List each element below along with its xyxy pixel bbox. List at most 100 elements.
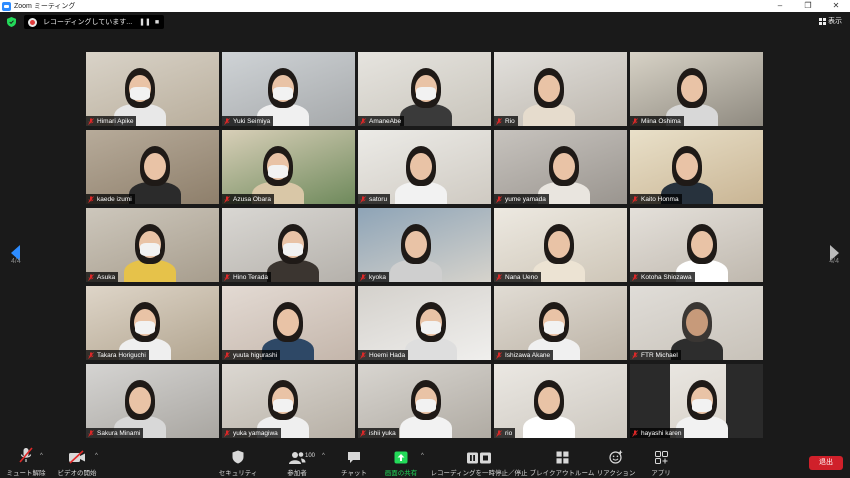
participant-video-tile[interactable]: Miina Oshima <box>630 52 763 126</box>
pause-stop-icon <box>467 452 491 464</box>
participant-name: kaede izumi <box>97 195 132 203</box>
microphone-muted-icon <box>224 195 230 203</box>
participant-name-tag: AmaneAbe <box>358 116 405 126</box>
reactions-label: リアクション <box>596 470 636 477</box>
security-button[interactable]: セキュリティ <box>219 445 257 478</box>
apps-button[interactable]: アプリ <box>648 445 674 478</box>
participant-video-tile[interactable]: AmaneAbe <box>358 52 491 126</box>
window-controls: – ❐ ✕ <box>766 0 850 12</box>
start-video-button[interactable]: ビデオの開始 <box>56 445 98 478</box>
participant-name-tag: hayashi karen <box>630 428 685 438</box>
page-indicator-left: 4/4 <box>11 258 21 265</box>
microphone-muted-icon <box>360 351 366 359</box>
participant-face <box>277 309 299 336</box>
shield-icon[interactable] <box>7 17 16 27</box>
microphone-muted-icon <box>632 195 638 203</box>
participant-video-tile[interactable]: Azusa Obara <box>222 130 355 204</box>
view-button[interactable]: 表示 <box>819 16 842 26</box>
unmute-label: ミュート解除 <box>6 470 46 477</box>
participant-video-tile[interactable]: yuka yamagiwa <box>222 364 355 438</box>
breakout-rooms-icon <box>556 451 568 464</box>
microphone-muted-icon <box>88 351 94 359</box>
participant-video-tile[interactable]: Yuki Seimiya <box>222 52 355 126</box>
leave-meeting-button[interactable]: 退出 <box>809 456 843 470</box>
participant-face <box>681 75 703 102</box>
microphone-muted-icon <box>224 117 230 125</box>
participant-name-tag: yuka yamagiwa <box>222 428 281 438</box>
participant-name: yuuta higurashi <box>233 351 278 359</box>
participant-face <box>405 231 427 258</box>
microphone-muted-icon <box>496 117 502 125</box>
pause-stop-recording-button[interactable]: レコーディングを一時停止／停止 <box>430 445 528 478</box>
participant-name: AmaneAbe <box>369 117 402 125</box>
participant-video-tile[interactable]: Takara Horiguchi <box>86 286 219 360</box>
participant-video-tile[interactable]: kyoka <box>358 208 491 282</box>
participant-name-tag: Himari Apike <box>86 116 137 126</box>
breakout-rooms-button[interactable]: ブレイクアウトルーム <box>530 445 594 478</box>
share-options-chevron-up-icon[interactable]: ^ <box>421 453 424 459</box>
participant-video-tile[interactable]: Hino Terada <box>222 208 355 282</box>
participant-name: satoru <box>369 195 388 203</box>
participant-name: yuka yamagiwa <box>233 429 278 437</box>
participant-face <box>676 153 698 180</box>
video-options-chevron-up-icon[interactable]: ^ <box>95 453 98 459</box>
audio-options-chevron-up-icon[interactable]: ^ <box>40 453 43 459</box>
participant-face <box>538 75 560 102</box>
face-mask <box>416 399 436 412</box>
participant-face <box>410 153 432 180</box>
stop-recording-button[interactable]: ■ <box>151 19 163 26</box>
reactions-button[interactable]: リアクション <box>596 445 636 478</box>
participant-video-tile[interactable]: ishii yuka <box>358 364 491 438</box>
participant-video-tile[interactable]: satoru <box>358 130 491 204</box>
participant-video-tile[interactable]: Nana Ueno <box>494 208 627 282</box>
chat-button[interactable]: チャット <box>340 445 368 478</box>
participant-face <box>553 153 575 180</box>
microphone-muted-icon <box>360 273 366 281</box>
participant-video-tile[interactable]: Kotoha Shiozawa <box>630 208 763 282</box>
page-indicator-right: 4/4 <box>829 258 839 265</box>
participant-video-tile[interactable]: Asuka <box>86 208 219 282</box>
participant-video-tile[interactable]: rio <box>494 364 627 438</box>
participant-name-tag: Rio <box>494 116 518 126</box>
microphone-muted-icon <box>632 351 638 359</box>
participant-video-tile[interactable]: hayashi karen <box>630 364 763 438</box>
participant-video-tile[interactable]: yume yamada <box>494 130 627 204</box>
share-screen-icon <box>394 451 408 464</box>
microphone-muted-icon <box>88 117 94 125</box>
close-button[interactable]: ✕ <box>822 0 850 12</box>
participant-count: 100 <box>305 453 316 459</box>
face-mask <box>283 243 303 256</box>
participant-name: Ishizawa Akane <box>505 351 551 359</box>
minimize-button[interactable]: – <box>766 0 794 12</box>
share-screen-button[interactable]: 画面の共有 <box>380 445 422 478</box>
participant-video-tile[interactable]: Kaito Honma <box>630 130 763 204</box>
restore-button[interactable]: ❐ <box>794 0 822 12</box>
face-mask <box>268 165 288 178</box>
participant-name: FTR Michael <box>641 351 678 359</box>
pause-recording-button[interactable]: ❚❚ <box>139 18 151 26</box>
participant-video-tile[interactable]: kaede izumi <box>86 130 219 204</box>
participant-name-tag: Azusa Obara <box>222 194 274 204</box>
participant-video-tile[interactable]: Rio <box>494 52 627 126</box>
participant-name-tag: Sakura Minami <box>86 428 144 438</box>
microphone-muted-icon <box>360 429 366 437</box>
apps-label: アプリ <box>651 470 671 477</box>
microphone-muted-icon <box>360 117 366 125</box>
start-video-label: ビデオの開始 <box>57 470 97 477</box>
microphone-muted-icon <box>632 117 638 125</box>
participant-name: Rio <box>505 117 515 125</box>
participant-video-tile[interactable]: Sakura Minami <box>86 364 219 438</box>
participant-video-tile[interactable]: yuuta higurashi <box>222 286 355 360</box>
participants-options-chevron-up-icon[interactable]: ^ <box>322 453 325 459</box>
participant-video-tile[interactable]: Hoemi Hada <box>358 286 491 360</box>
apps-icon <box>654 451 668 464</box>
participant-video-tile[interactable]: Ishizawa Akane <box>494 286 627 360</box>
participant-name-tag: FTR Michael <box>630 350 681 360</box>
microphone-muted-icon <box>632 273 638 281</box>
participants-button[interactable]: 参加者 <box>282 445 312 478</box>
participant-video-tile[interactable]: FTR Michael <box>630 286 763 360</box>
participant-name: hayashi karen <box>641 429 682 437</box>
unmute-button[interactable]: ミュート解除 <box>6 445 46 478</box>
participant-name-tag: Hino Terada <box>222 272 271 282</box>
participant-video-tile[interactable]: Himari Apike <box>86 52 219 126</box>
